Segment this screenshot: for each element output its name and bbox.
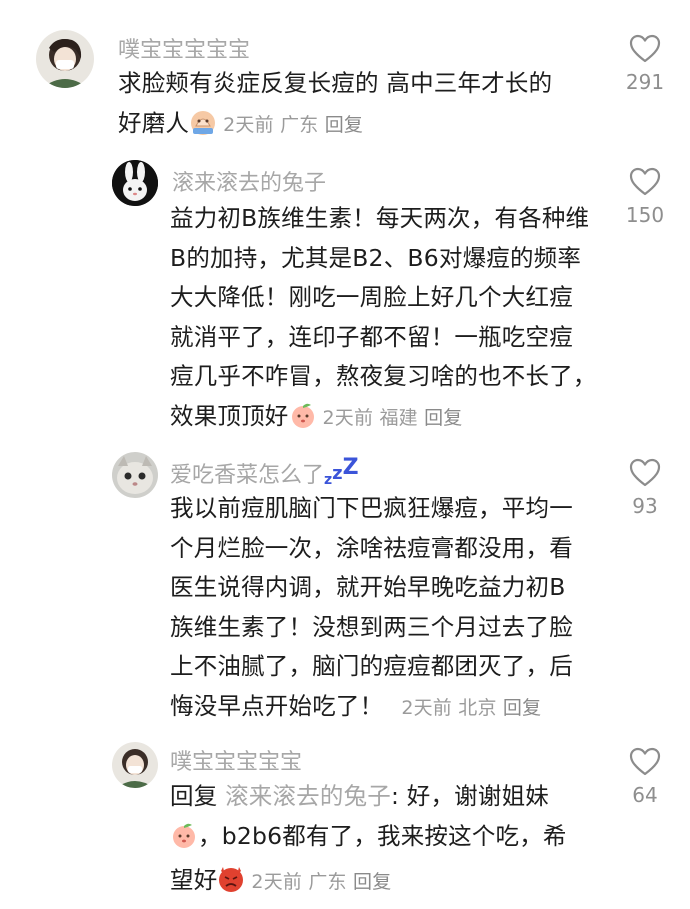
like-count: 64 [632, 783, 658, 807]
like-count: 291 [625, 70, 665, 94]
like-count: 150 [625, 203, 665, 227]
sleep-zzz: zzZ [324, 455, 359, 488]
reply-to-user[interactable]: 滚来滚去的兔子 [225, 782, 391, 810]
like-count: 93 [632, 494, 658, 518]
reply-button[interactable]: 回复 [325, 114, 363, 136]
comment-author[interactable]: 爱吃香菜怎么了zzZ [170, 455, 359, 489]
like-button[interactable]: 64 [610, 747, 680, 807]
like-button[interactable]: 291 [610, 34, 680, 94]
comment-line: 个月烂脸一次，涂啥祛痘膏都没用，看 [170, 533, 573, 562]
peach-face-emoji-icon [289, 401, 317, 442]
comment-line: ，b2b6都有了，我来按这个吃，希 [198, 821, 567, 850]
comment-line: 就消平了，连印子都不留！一瓶吃空痘 [170, 322, 573, 351]
comment-line: 痘几乎不咋冒，熬夜复习啥的也不长了， [170, 362, 597, 390]
comment-line: 求脸颊有炎症反复长痘的 高中三年才长的 [118, 69, 553, 97]
comment-time: 2天前 [401, 696, 453, 719]
comment-body: 回复 滚来滚去的兔子: 好，谢谢姐妹 ，b2b6都有了，我来按这个吃，希 望好 [170, 777, 610, 906]
heart-outline-icon [629, 34, 661, 63]
comment-location: 广东 [280, 113, 319, 136]
heart-outline-icon [629, 458, 661, 487]
comment-line: 益力初B族维生素！每天两次，有各种维 [170, 204, 590, 232]
comment-location: 北京 [458, 696, 497, 719]
peach-face-emoji-icon [170, 821, 198, 862]
bunny-avatar[interactable] [112, 160, 158, 206]
like-button[interactable]: 93 [610, 458, 680, 518]
comment-body: 我以前痘肌脑门下巴疯狂爆痘，平均一 个月烂脸一次，涂啥祛痘膏都没用，看 医生说得… [170, 489, 610, 728]
comment-author[interactable]: 滚来滚去的兔子 [172, 165, 326, 197]
comment-time: 2天前 [251, 871, 303, 893]
comment-line: 上不油腻了，脑门的痘痘都团灭了，后 [170, 652, 573, 680]
comment-line: 效果顶顶好 [170, 401, 289, 430]
comment-line: B的加持，尤其是B2、B6对爆痘的频率 [170, 243, 582, 272]
comment-location: 福建 [379, 406, 418, 429]
comment-line: 好，谢谢姐妹 [406, 782, 549, 810]
comment-location: 广东 [308, 871, 347, 893]
comment-author[interactable]: 噗宝宝宝宝宝 [118, 32, 250, 64]
cat-avatar[interactable] [112, 452, 158, 498]
comment-line: 大大降低！刚吃一周脸上好几个大红痘 [170, 283, 573, 311]
comment-time: 2天前 [223, 113, 274, 136]
comment-body: 求脸颊有炎症反复长痘的 高中三年才长的 好磨人 2天前 广东 回复 [118, 64, 608, 148]
reply-button[interactable]: 回复 [503, 697, 541, 719]
comment-line: 我以前痘肌脑门下巴疯狂爆痘，平均一 [170, 494, 573, 522]
girl-avatar[interactable] [112, 742, 158, 788]
girl-avatar[interactable] [36, 30, 94, 88]
reply-button[interactable]: 回复 [353, 871, 391, 893]
comment-author[interactable]: 噗宝宝宝宝宝 [170, 744, 302, 776]
like-button[interactable]: 150 [610, 167, 680, 227]
pray-emoji-icon [189, 108, 217, 149]
comment-line: 族维生素了！没想到两三个月过去了脸 [170, 612, 573, 641]
comment-line: 望好 [170, 866, 218, 894]
reply-prefix: 回复 [170, 782, 218, 810]
reply-button[interactable]: 回复 [424, 407, 462, 429]
comment-line: 悔没早点开始吃了！ [170, 691, 384, 720]
comment-body: 益力初B族维生素！每天两次，有各种维 B的加持，尤其是B2、B6对爆痘的频率 大… [170, 199, 610, 441]
comment-time: 2天前 [322, 406, 374, 429]
comment-line: 医生说得内调，就开始早晚吃益力初B [170, 573, 566, 601]
angry-devil-emoji-icon [217, 865, 245, 906]
comment-line: 好磨人 [118, 108, 190, 137]
heart-outline-icon [629, 747, 661, 776]
heart-outline-icon [629, 167, 661, 196]
